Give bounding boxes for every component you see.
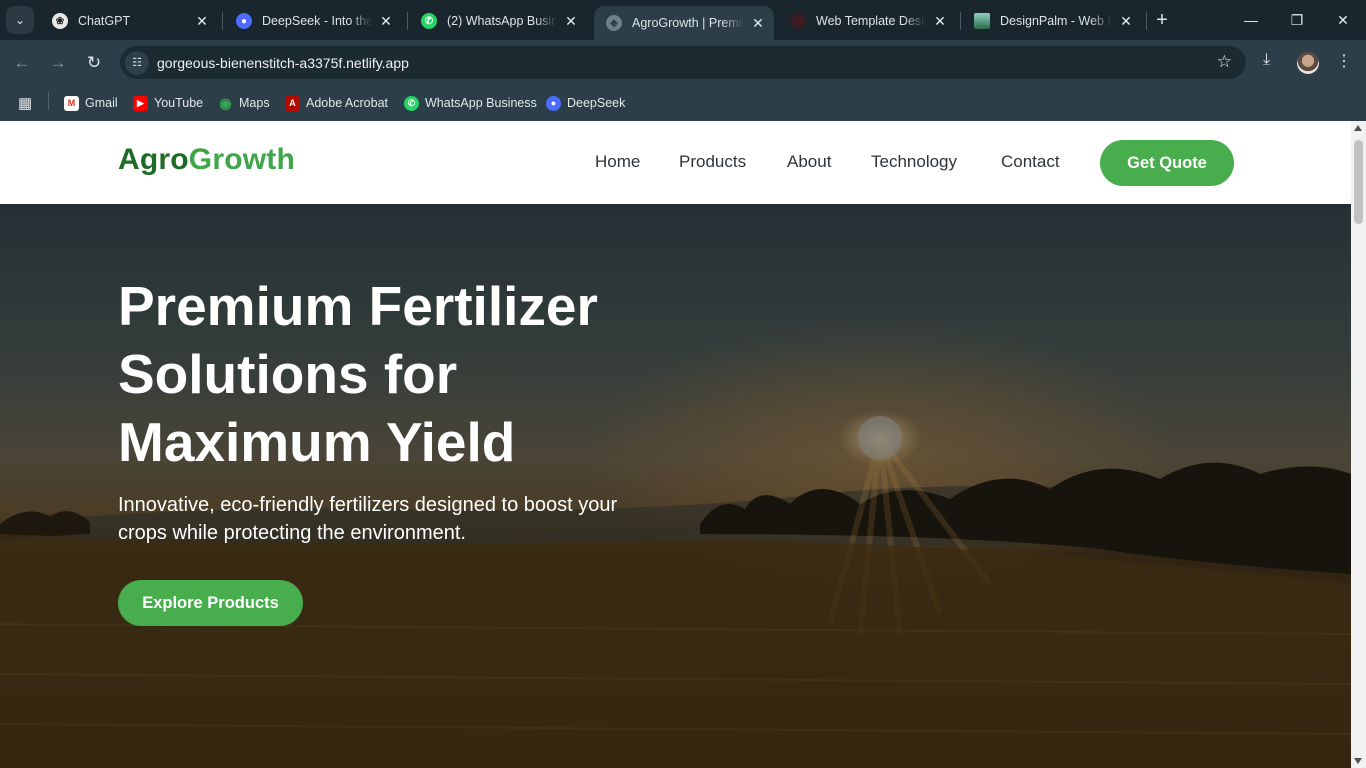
bookmark-deepseek[interactable]: ● DeepSeek	[546, 93, 625, 113]
tab-title: DeepSeek - Into the Unknown	[262, 14, 372, 28]
hero-title: Premium Fertilizer Solutions for Maximum…	[118, 272, 738, 476]
close-icon: ✕	[1337, 11, 1349, 28]
arrow-right-icon: →	[49, 53, 67, 72]
nav-about[interactable]: About	[787, 152, 831, 172]
tab-search-button[interactable]: ⌄	[6, 6, 34, 34]
hero-section: Premium Fertilizer Solutions for Maximum…	[0, 204, 1351, 768]
nav-technology[interactable]: Technology	[871, 152, 957, 172]
nav-contact[interactable]: Contact	[1001, 152, 1060, 172]
tab-chatgpt[interactable]: ❀ ChatGPT ✕	[40, 6, 218, 36]
close-icon[interactable]: ✕	[563, 13, 579, 30]
nav-products[interactable]: Products	[679, 152, 746, 172]
chevron-down-icon: ⌄	[14, 13, 26, 27]
youtube-icon: ▶	[133, 95, 148, 111]
new-tab-button[interactable]: +	[1151, 8, 1173, 32]
close-icon[interactable]: ✕	[378, 13, 394, 30]
bookmarks-divider	[48, 92, 49, 110]
profile-avatar[interactable]	[1297, 52, 1319, 74]
more-menu-icon[interactable]: ⋮	[1336, 51, 1352, 71]
maps-icon: ◉	[219, 94, 232, 111]
logo-text-growth: Growth	[188, 143, 295, 176]
restore-button[interactable]: ❐	[1274, 0, 1320, 40]
page-scrollbar[interactable]	[1351, 121, 1366, 768]
site-header: AgroGrowth Home Products About Technolog…	[0, 121, 1351, 204]
url-text[interactable]: gorgeous-bienenstitch-a3375f.netlify.app	[157, 55, 409, 71]
hero-subtitle-line: crops while protecting the environment.	[118, 522, 466, 544]
tab-whatsapp[interactable]: ✆ (2) WhatsApp Business ✕	[409, 6, 587, 36]
close-icon[interactable]: ✕	[932, 13, 948, 30]
back-button[interactable]: ←	[8, 49, 36, 77]
chatgpt-icon: ❀	[52, 13, 68, 29]
bookmarks-bar: ▦ M Gmail ▶ YouTube ◉ Maps A Adobe Acrob…	[0, 85, 1366, 121]
template-icon: ■	[790, 13, 806, 29]
close-icon[interactable]: ✕	[1118, 13, 1134, 30]
scroll-up-arrow-icon[interactable]	[1354, 125, 1362, 131]
bookmark-star-icon[interactable]: ☆	[1217, 52, 1232, 72]
acrobat-icon: A	[285, 95, 300, 111]
bookmark-gmail[interactable]: M Gmail	[64, 93, 118, 113]
close-icon[interactable]: ✕	[194, 13, 210, 30]
tab-title: DesignPalm - Web Design	[1000, 14, 1112, 28]
close-icon[interactable]: ✕	[750, 15, 766, 32]
site-info-icon[interactable]: ☷	[125, 50, 149, 75]
bookmark-maps[interactable]: ◉ Maps	[218, 93, 270, 113]
reload-button[interactable]: ↻	[80, 49, 108, 77]
hero-title-line: Solutions for	[118, 343, 458, 405]
tab-agrogrowth[interactable]: ◈ AgroGrowth | Premium Fertilizer Soluti…	[594, 6, 774, 40]
bookmark-label: DeepSeek	[567, 96, 626, 110]
explore-products-button[interactable]: Explore Products	[118, 580, 303, 626]
apps-grid-icon: ▦	[18, 95, 33, 112]
hero-subtitle: Innovative, eco-friendly fertilizers des…	[118, 491, 678, 547]
bookmark-label: WhatsApp Business	[425, 96, 537, 110]
bookmark-acrobat[interactable]: A Adobe Acrobat	[285, 93, 388, 113]
hero-title-line: Premium Fertilizer	[118, 275, 598, 337]
get-quote-button[interactable]: Get Quote	[1100, 140, 1234, 186]
page-viewport: AgroGrowth Home Products About Technolog…	[0, 121, 1351, 768]
tab-divider	[1146, 12, 1147, 30]
tab-title: AgroGrowth | Premium Fertilizer Solution…	[632, 16, 744, 30]
reload-icon: ↻	[86, 53, 102, 72]
nav-home[interactable]: Home	[595, 152, 640, 172]
forward-button[interactable]: →	[44, 49, 72, 77]
minimize-button[interactable]: —	[1228, 0, 1274, 40]
bookmark-label: Maps	[239, 96, 270, 110]
restore-icon: ❐	[1290, 11, 1304, 28]
logo-text-agro: Agro	[118, 143, 189, 176]
arrow-left-icon: ←	[13, 53, 31, 72]
scroll-down-arrow-icon[interactable]	[1354, 758, 1362, 764]
gmail-icon: M	[64, 95, 79, 111]
address-bar[interactable]: ☷ gorgeous-bienenstitch-a3375f.netlify.a…	[120, 46, 1246, 79]
tab-title: (2) WhatsApp Business	[447, 14, 557, 28]
scroll-thumb[interactable]	[1354, 140, 1363, 224]
tab-designpalm[interactable]: DesignPalm - Web Design ✕	[962, 6, 1142, 36]
download-icon[interactable]: ⤓	[1263, 51, 1270, 69]
site-logo[interactable]: AgroGrowth	[118, 143, 295, 177]
globe-icon: ◈	[606, 15, 622, 31]
bookmark-label: YouTube	[154, 96, 204, 110]
tab-divider	[222, 12, 223, 30]
bookmark-label: Gmail	[85, 96, 118, 110]
tab-web-template[interactable]: ■ Web Template Design ✕	[778, 6, 956, 36]
apps-button[interactable]: ▦	[18, 93, 32, 113]
whatsapp-icon: ✆	[404, 95, 419, 111]
tab-title: Web Template Design	[816, 14, 926, 28]
plus-icon: +	[1156, 9, 1168, 31]
tab-divider	[960, 12, 961, 30]
tab-title: ChatGPT	[78, 14, 131, 28]
whatsapp-icon: ✆	[421, 13, 437, 29]
hero-title-line: Maximum Yield	[118, 411, 516, 473]
deepseek-icon: ●	[546, 95, 561, 111]
bookmark-whatsapp[interactable]: ✆ WhatsApp Business	[404, 93, 537, 113]
browser-toolbar: ← → ↻ ☷ gorgeous-bienenstitch-a3375f.net…	[0, 40, 1366, 85]
bookmark-youtube[interactable]: ▶ YouTube	[133, 93, 203, 113]
designpalm-icon	[974, 13, 990, 29]
tab-strip: ⌄ ❀ ChatGPT ✕ ● DeepSeek - Into the Unkn…	[0, 0, 1366, 40]
close-window-button[interactable]: ✕	[1320, 0, 1366, 40]
tab-deepseek[interactable]: ● DeepSeek - Into the Unknown ✕	[224, 6, 402, 36]
deepseek-icon: ●	[236, 13, 252, 29]
minimize-icon: —	[1244, 12, 1258, 28]
hero-subtitle-line: Innovative, eco-friendly fertilizers des…	[118, 494, 618, 516]
bookmark-label: Adobe Acrobat	[306, 96, 389, 110]
tab-divider	[407, 12, 408, 30]
